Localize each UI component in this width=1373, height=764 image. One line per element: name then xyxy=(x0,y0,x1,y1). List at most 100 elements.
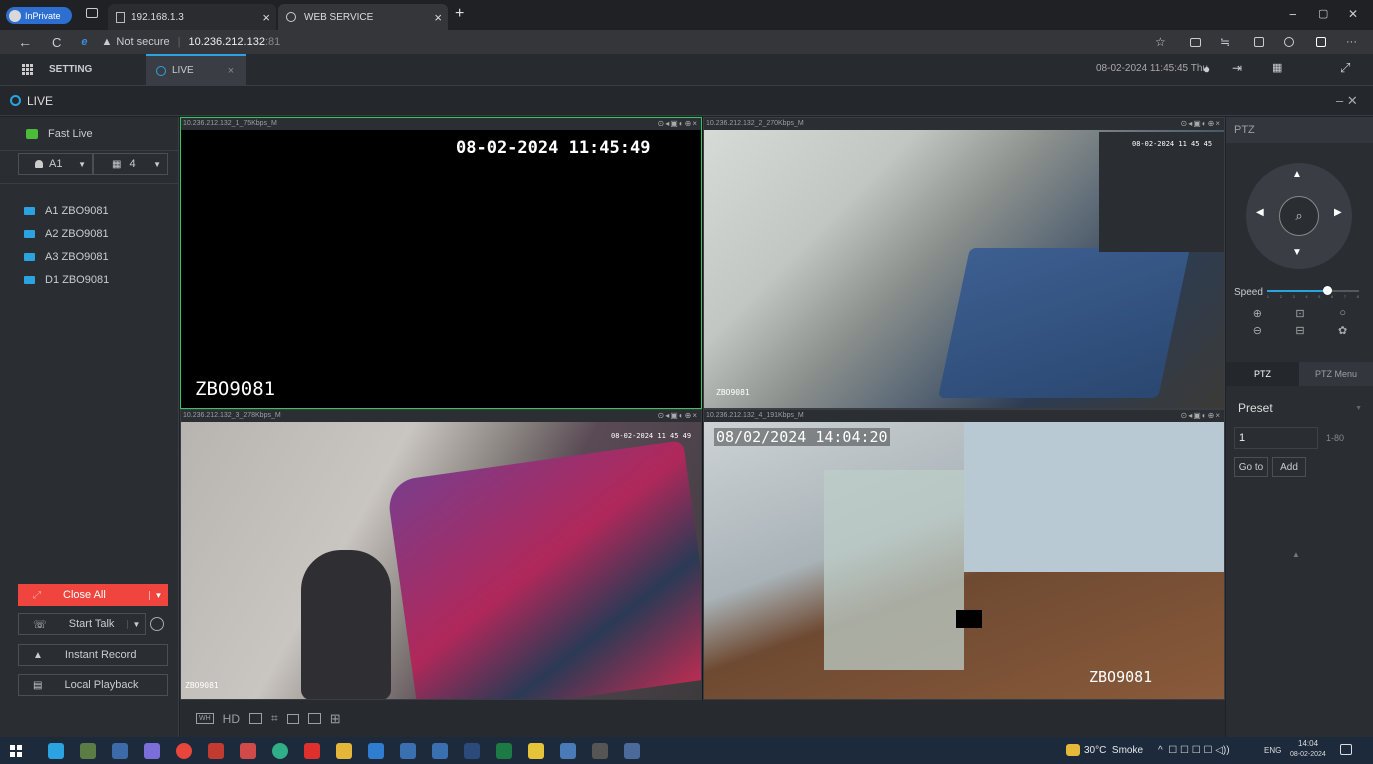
weather-icon[interactable] xyxy=(1066,744,1080,756)
restore-button[interactable]: ▢ xyxy=(1318,7,1328,20)
favorite-icon[interactable]: ☆ xyxy=(1155,35,1166,49)
taskbar-app-icon[interactable] xyxy=(208,742,224,759)
new-tab-button[interactable]: + xyxy=(455,5,464,23)
taskbar-app-icon[interactable] xyxy=(304,742,320,759)
iris-open-icon[interactable]: ○ xyxy=(1321,307,1364,320)
back-icon[interactable]: ← xyxy=(18,34,32,50)
instant-record-button[interactable]: ▲ Instant Record xyxy=(18,644,168,666)
snapshot-frame-icon[interactable]: ⌗ xyxy=(271,711,278,726)
quad-split-icon[interactable]: ⊞ xyxy=(330,711,341,727)
video-pane-3[interactable]: 10.236.212.132_3_278Kbps_M ⊙◂▣◐⊕× 08-02-2… xyxy=(180,409,702,700)
tab-ptz-menu[interactable]: PTZ Menu xyxy=(1299,362,1373,386)
camera-list-item[interactable]: A3 ZBO9081 xyxy=(0,245,179,268)
video-pane-1[interactable]: 10.236.212.132_1_75Kbps_M ⊙◂▣◐⊕× 08-02-20… xyxy=(180,117,702,409)
collections-icon[interactable] xyxy=(1254,37,1264,47)
setting-nav[interactable]: SETTING xyxy=(0,54,146,86)
video-pane-4[interactable]: 10.236.212.132_4_191Kbps_M ⊙◂▣◐⊕× 08/02/2… xyxy=(703,409,1225,700)
focus-far-icon[interactable]: ⊟ xyxy=(1279,324,1322,337)
language-indicator[interactable]: ENG xyxy=(1264,746,1281,755)
ptz-center-zoom-icon[interactable]: ⌕ xyxy=(1279,196,1319,236)
taskbar-app-icon[interactable] xyxy=(144,742,160,759)
taskbar-app-icon[interactable] xyxy=(80,742,96,759)
tab-close-icon[interactable]: × xyxy=(434,10,442,25)
talk-status-icon[interactable] xyxy=(150,617,164,631)
preset-number-input[interactable]: 1 xyxy=(1234,427,1318,449)
close-all-button[interactable]: ⤢ Close All ▼ xyxy=(18,584,168,606)
fullscreen-icon[interactable]: ⤢ xyxy=(1340,60,1350,76)
clock-time[interactable]: 14:04 xyxy=(1298,739,1318,748)
camera-list-item[interactable]: A1 ZBO9081 xyxy=(0,199,179,222)
minimize-button[interactable]: − xyxy=(1289,7,1297,22)
tab-actions-icon[interactable] xyxy=(86,8,98,18)
start-talk-button[interactable]: ☏ Start Talk ▼ xyxy=(18,613,146,635)
windows-start-icon[interactable] xyxy=(10,744,22,757)
tab-close-icon[interactable]: × xyxy=(262,10,270,25)
weather-text[interactable]: 30°C Smoke xyxy=(1084,745,1143,756)
channel-dropdown[interactable]: A1 ▼ xyxy=(18,153,93,175)
collapse-up-icon[interactable]: ▲ xyxy=(1292,550,1300,559)
speed-slider[interactable]: 12345678 xyxy=(1266,285,1359,299)
taskbar-app-icon[interactable] xyxy=(400,742,416,759)
panel-controls[interactable]: – ✕ xyxy=(1336,93,1358,109)
taskbar-app-icon[interactable] xyxy=(592,742,608,759)
ptz-dpad[interactable]: ▲ ▼ ◀ ▶ ⌕ xyxy=(1246,163,1352,269)
more-icon[interactable]: ··· xyxy=(1346,36,1357,48)
video-pane-2[interactable]: 10.236.212.132_2_270Kbps_M ⊙◂▣◐⊕× 08-02-2… xyxy=(703,117,1225,409)
zoom-out-icon[interactable]: ⊖ xyxy=(1236,324,1279,337)
split-dropdown[interactable]: ▦ 4 ▼ xyxy=(93,153,168,175)
favorites-bar-icon[interactable]: ≒ xyxy=(1220,35,1230,49)
hd-toggle[interactable]: HD xyxy=(223,712,240,726)
preset-select[interactable]: Preset ▼ xyxy=(1234,397,1362,419)
taskbar-app-icon[interactable] xyxy=(432,742,448,759)
chevron-down-icon[interactable]: ▼ xyxy=(149,590,167,600)
split-screen-icon[interactable] xyxy=(1190,37,1201,47)
ptz-up-icon[interactable]: ▲ xyxy=(1292,169,1302,180)
chrome-icon[interactable] xyxy=(176,742,192,759)
browser-tab-192[interactable]: 192.168.1.3 × xyxy=(108,4,276,30)
logout-icon[interactable]: ⇥ xyxy=(1232,61,1242,75)
iris-close-icon[interactable]: ✿ xyxy=(1321,324,1364,337)
refresh-icon[interactable]: C xyxy=(52,35,61,50)
stream-switch-icon[interactable] xyxy=(249,713,263,724)
goto-button[interactable]: Go to xyxy=(1234,457,1268,477)
chevron-down-icon[interactable]: ▼ xyxy=(127,619,145,629)
pane-tools-icon[interactable]: ⊙◂▣◐⊕× xyxy=(658,410,698,422)
taskbar-app-icon[interactable] xyxy=(528,742,544,759)
url-host[interactable]: 10.236.212.132 xyxy=(188,36,264,48)
security-label[interactable]: Not secure xyxy=(116,36,169,48)
camera-list-item[interactable]: A2 ZBO9081 xyxy=(0,222,179,245)
pane-tools-icon[interactable]: ⊙◂▣◐⊕× xyxy=(1181,118,1221,130)
window-icon[interactable] xyxy=(307,713,321,724)
system-tray-icons[interactable]: ^ ☐ ☐ ☐ ☐ ◁)) xyxy=(1158,745,1232,756)
user-icon[interactable]: ● xyxy=(1203,62,1210,76)
taskbar-app-icon[interactable] xyxy=(112,742,128,759)
pane-tools-icon[interactable]: ⊙◂▣◐⊕× xyxy=(1181,410,1221,422)
ptz-left-icon[interactable]: ◀ xyxy=(1256,207,1264,218)
camera-list-item[interactable]: D1 ZBO9081 xyxy=(0,268,179,291)
edge-icon[interactable] xyxy=(272,742,288,759)
focus-near-icon[interactable]: ⊡ xyxy=(1279,307,1322,320)
browser-tab-web-service[interactable]: WEB SERVICE × xyxy=(278,4,448,30)
ie-mode-icon[interactable]: e xyxy=(81,36,87,48)
local-playback-button[interactable]: ▤ Local Playback xyxy=(18,674,168,696)
add-button[interactable]: Add xyxy=(1272,457,1306,477)
wh-ratio-icon[interactable]: WH xyxy=(196,713,214,724)
single-view-icon[interactable] xyxy=(286,713,299,724)
extensions-icon[interactable] xyxy=(1284,37,1294,47)
taskbar-app-icon[interactable] xyxy=(48,742,64,759)
taskbar-app-icon[interactable] xyxy=(240,742,256,759)
settings-menu-icon[interactable] xyxy=(1316,37,1326,47)
live-nav-tab[interactable]: LIVE × xyxy=(146,53,246,86)
taskbar-app-icon[interactable] xyxy=(464,742,480,759)
inprivate-badge[interactable]: InPrivate xyxy=(6,7,72,24)
taskbar-app-icon[interactable] xyxy=(560,742,576,759)
fast-live-header[interactable]: Fast Live xyxy=(0,117,178,151)
layout-icon[interactable]: ▦ xyxy=(1272,61,1282,74)
live-tab-close-icon[interactable]: × xyxy=(228,65,234,77)
excel-icon[interactable] xyxy=(496,742,512,759)
ptz-right-icon[interactable]: ▶ xyxy=(1334,207,1342,218)
ptz-down-icon[interactable]: ▼ xyxy=(1292,247,1302,258)
file-explorer-icon[interactable] xyxy=(336,742,352,759)
zoom-in-icon[interactable]: ⊕ xyxy=(1236,307,1279,320)
clock-date[interactable]: 08-02-2024 xyxy=(1290,751,1326,758)
